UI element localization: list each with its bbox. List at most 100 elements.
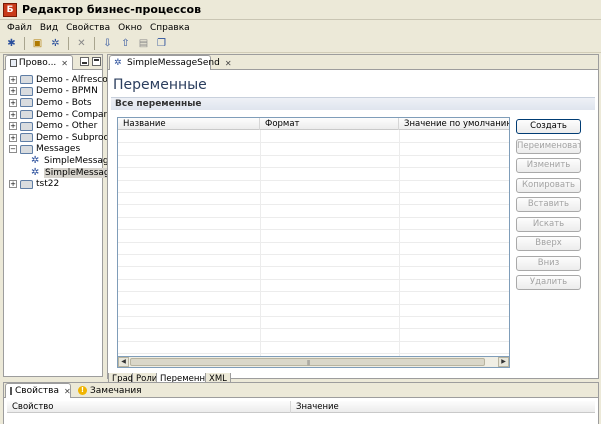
- edit-button[interactable]: Изменить: [516, 158, 581, 173]
- table-row: [118, 278, 509, 280]
- explorer-tabbar: Прово... ✕: [4, 55, 102, 70]
- settings-icon[interactable]: ✲: [48, 36, 63, 51]
- section-header: Все переменные: [111, 97, 595, 110]
- properties-tabbar: Свойства ✕ ! Замечания: [4, 383, 598, 398]
- scroll-left-icon[interactable]: ◀: [118, 357, 129, 367]
- collapse-icon[interactable]: −: [9, 145, 17, 154]
- folder-icon: [20, 110, 33, 120]
- folder-icon: [20, 133, 33, 143]
- expand-icon[interactable]: +: [9, 180, 17, 189]
- warning-icon: !: [78, 386, 87, 395]
- scroll-thumb[interactable]: |||: [130, 358, 485, 366]
- variables-table[interactable]: Название Формат Значение по умолчанию: [117, 117, 510, 357]
- import-icon[interactable]: ⇩: [100, 36, 115, 51]
- close-icon[interactable]: ✕: [64, 387, 71, 396]
- table-row: [118, 216, 509, 218]
- menu-properties[interactable]: Свойства: [62, 21, 114, 35]
- tree-item-label: Messages: [36, 144, 81, 155]
- column-header-value[interactable]: Значение: [290, 401, 339, 413]
- table-row: [118, 328, 509, 330]
- menu-view[interactable]: Вид: [36, 21, 62, 35]
- menu-help[interactable]: Справка: [146, 21, 194, 35]
- tab-warnings-label: Замечания: [90, 385, 142, 396]
- export-icon[interactable]: ⇧: [118, 36, 133, 51]
- tab-editor[interactable]: ✲ SimpleMessageSend ✕: [109, 55, 232, 70]
- scroll-right-icon[interactable]: ▶: [498, 357, 509, 367]
- tree-item-label: SimpleMessage: [44, 155, 115, 166]
- tree-item-label: tst22: [36, 179, 60, 190]
- menu-file[interactable]: Файл: [3, 21, 36, 35]
- folder-icon: [20, 86, 33, 96]
- toolbar-separator: [94, 37, 95, 50]
- tab-warnings[interactable]: ! Замечания: [74, 383, 146, 398]
- properties-panel: Свойства ✕ ! Замечания Свойство Значение: [3, 382, 599, 424]
- table-row: [118, 179, 509, 181]
- copy-button[interactable]: Копировать: [516, 178, 581, 193]
- tree-item-label: Demo - Bots: [36, 97, 92, 108]
- open-icon[interactable]: ▣: [30, 36, 45, 51]
- expand-icon[interactable]: +: [9, 75, 17, 84]
- search-button[interactable]: Искать: [516, 217, 581, 232]
- table-row: [118, 254, 509, 255]
- table-row: [118, 303, 509, 305]
- horizontal-scrollbar[interactable]: ◀ ||| ▶: [117, 357, 510, 368]
- page-title: Переменные: [113, 77, 207, 93]
- tree-item-label: Demo - Company: [36, 109, 115, 120]
- toolbar: ✱ ▣ ✲ ✕ ⇩ ⇧ ▤ ❐: [0, 35, 601, 53]
- expand-icon[interactable]: +: [9, 110, 17, 119]
- table-row: [118, 291, 509, 293]
- scroll-grip-icon: |||: [307, 360, 310, 366]
- explorer-icon: [10, 59, 17, 67]
- save-icon[interactable]: ▤: [136, 36, 151, 51]
- process-icon: ✲: [114, 58, 122, 68]
- expand-icon[interactable]: +: [9, 87, 17, 96]
- table-row: [118, 266, 509, 268]
- copy-icon[interactable]: ❐: [154, 36, 169, 51]
- column-divider: [399, 130, 400, 356]
- table-row: [118, 142, 509, 144]
- tab-editor-label: SimpleMessageSend: [127, 58, 220, 68]
- properties-table-header: Свойство Значение: [7, 401, 595, 413]
- folder-icon: [20, 144, 33, 154]
- move-up-button[interactable]: Вверх: [516, 236, 581, 251]
- delete-button[interactable]: Удалить: [516, 275, 581, 290]
- close-icon[interactable]: ✕: [225, 59, 232, 68]
- tree-item-label: Demo - BPMN: [36, 86, 98, 97]
- new-process-icon[interactable]: ✱: [4, 36, 19, 51]
- table-row: [118, 192, 509, 193]
- move-down-button[interactable]: Вниз: [516, 256, 581, 271]
- maximize-icon[interactable]: [92, 57, 101, 66]
- column-header-property[interactable]: Свойство: [7, 401, 54, 413]
- create-button[interactable]: Создать: [516, 119, 581, 134]
- delete-icon[interactable]: ✕: [74, 36, 89, 51]
- folder-icon: [20, 121, 33, 131]
- folder-icon: [20, 75, 33, 85]
- tab-properties[interactable]: Свойства ✕: [5, 383, 71, 398]
- table-header: Название Формат Значение по умолчанию: [118, 118, 509, 130]
- toolbar-separator: [24, 37, 25, 50]
- tab-explorer-label: Прово...: [18, 58, 57, 68]
- column-divider: [260, 130, 261, 356]
- table-row: [118, 353, 509, 355]
- paste-button[interactable]: Вставить: [516, 197, 581, 212]
- expand-icon[interactable]: +: [9, 122, 17, 131]
- column-header-format[interactable]: Формат: [260, 118, 399, 130]
- editor-tabbar: ✲ SimpleMessageSend ✕: [108, 55, 598, 70]
- expand-icon[interactable]: +: [9, 98, 17, 107]
- explorer-panel: Прово... ✕ + Demo - Alfresco + Demo - BP…: [3, 54, 123, 377]
- properties-icon: [10, 387, 12, 395]
- tab-explorer[interactable]: Прово... ✕: [5, 55, 73, 70]
- table-row: [118, 154, 509, 156]
- close-icon[interactable]: ✕: [61, 59, 68, 68]
- folder-icon: [20, 179, 33, 189]
- app-logo-icon: Б: [3, 3, 17, 17]
- column-header-name[interactable]: Название: [118, 118, 260, 130]
- process-icon: ✲: [31, 154, 40, 166]
- column-header-default-value[interactable]: Значение по умолчанию: [399, 118, 509, 130]
- expand-icon[interactable]: +: [9, 133, 17, 142]
- minimize-icon[interactable]: [80, 57, 89, 66]
- menu-window[interactable]: Окно: [114, 21, 146, 35]
- table-row: [118, 241, 509, 243]
- rename-button[interactable]: Переименовать: [516, 139, 581, 154]
- section-title: Все переменные: [115, 99, 202, 109]
